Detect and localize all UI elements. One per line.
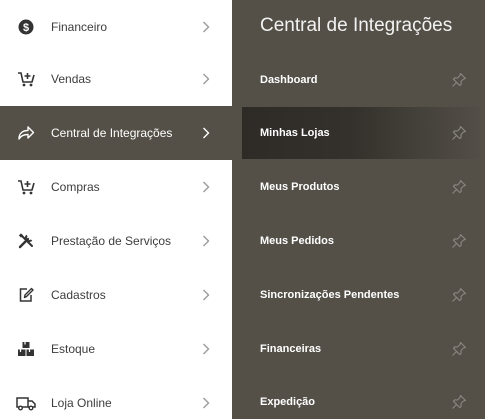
submenu-item-expedicao[interactable]: Expedição [242, 376, 485, 419]
cart-plus-icon [16, 69, 36, 89]
chevron-right-icon [200, 396, 212, 410]
delivery-truck-icon [16, 393, 36, 413]
chevron-right-icon [200, 20, 212, 34]
submenu-item-meus-produtos[interactable]: Meus Produtos [242, 161, 485, 213]
menu-item-compras[interactable]: Compras [0, 160, 232, 214]
submenu-item-sincronizacoes-pendentes[interactable]: Sincronizações Pendentes [242, 269, 485, 321]
pin-icon[interactable] [451, 72, 467, 88]
submenu-item-label: Expedição [260, 396, 316, 408]
menu-item-label: Prestação de Serviços [51, 234, 172, 248]
menu-item-label: Loja Online [51, 396, 112, 410]
pin-icon[interactable] [451, 179, 467, 195]
submenu-item-label: Meus Produtos [260, 181, 340, 193]
menu-item-prestacao-de-servicos[interactable]: Prestação de Serviços [0, 214, 232, 268]
chevron-right-icon [200, 180, 212, 194]
pin-icon[interactable] [451, 394, 467, 410]
menu-item-loja-online[interactable]: Loja Online [0, 376, 232, 419]
boxes-icon [16, 339, 36, 359]
submenu-item-financeiras[interactable]: Financeiras [242, 323, 485, 375]
menu-item-label: Compras [51, 180, 100, 194]
main-menu: $ Financeiro Vendas Central de Integraçõ… [0, 0, 232, 419]
svg-text:$: $ [23, 22, 29, 34]
chevron-right-icon [200, 288, 212, 302]
dollar-circle-icon: $ [16, 17, 36, 37]
pin-icon[interactable] [451, 233, 467, 249]
submenu-item-label: Meus Pedidos [260, 235, 334, 247]
submenu-item-dashboard[interactable]: Dashboard [242, 54, 485, 106]
submenu-item-minhas-lojas[interactable]: Minhas Lojas [242, 107, 485, 159]
edit-document-icon [16, 285, 36, 305]
submenu-item-meus-pedidos[interactable]: Meus Pedidos [242, 215, 485, 267]
chevron-right-icon [200, 234, 212, 248]
submenu-item-label: Dashboard [260, 74, 318, 86]
menu-item-label: Central de Integrações [51, 126, 173, 140]
cart-plus-icon [16, 177, 36, 197]
pin-icon[interactable] [451, 287, 467, 303]
chevron-right-icon [200, 342, 212, 356]
integrations-submenu: Central de Integrações Dashboard Minhas … [232, 0, 485, 419]
menu-item-label: Vendas [51, 72, 92, 86]
tools-icon [16, 231, 36, 251]
submenu-item-label: Financeiras [260, 343, 322, 355]
menu-item-label: Cadastros [51, 288, 106, 302]
menu-item-cadastros[interactable]: Cadastros [0, 268, 232, 322]
submenu-item-label: Minhas Lojas [260, 127, 330, 139]
submenu-title: Central de Integrações [260, 15, 453, 36]
menu-item-central-de-integracoes[interactable]: Central de Integrações [0, 106, 232, 160]
share-arrow-icon [16, 123, 36, 143]
chevron-right-icon [200, 72, 212, 86]
menu-item-estoque[interactable]: Estoque [0, 322, 232, 376]
menu-item-financeiro[interactable]: $ Financeiro [0, 0, 232, 54]
menu-item-label: Estoque [51, 342, 96, 356]
menu-item-vendas[interactable]: Vendas [0, 52, 232, 106]
submenu-item-label: Sincronizações Pendentes [260, 289, 400, 301]
pin-icon[interactable] [451, 125, 467, 141]
pin-icon[interactable] [451, 341, 467, 357]
chevron-right-icon [200, 126, 212, 140]
menu-item-label: Financeiro [51, 20, 108, 34]
